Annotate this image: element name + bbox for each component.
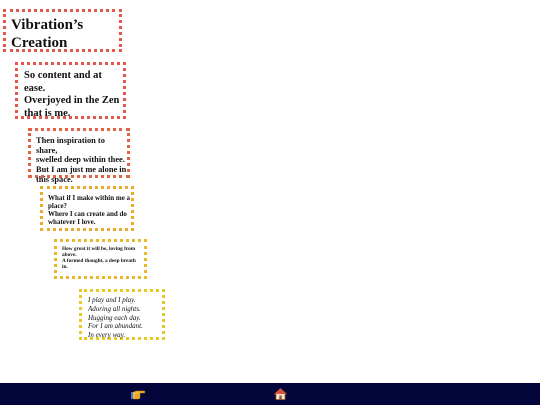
stanza-line: In every way.: [88, 331, 126, 339]
stanza-line: What if I make within me a: [48, 194, 131, 202]
stanza-line: For I am abundant.: [88, 322, 143, 331]
home-button[interactable]: [272, 386, 288, 402]
stanza-line: Overjoyed in the Zen: [24, 95, 120, 107]
house-icon: [273, 388, 287, 400]
stanza-line: Hugging each day.: [88, 313, 141, 322]
stanza-line: Adoring all nights.: [88, 304, 141, 313]
stanza-line: Where I can create and do: [48, 210, 127, 219]
stanza-line: in.: [62, 264, 68, 271]
stanza-line: A formed thought, a deep breath: [62, 258, 136, 265]
stanza-line: place?: [48, 202, 68, 211]
stanza-line: But I am just me alone in: [36, 164, 127, 174]
stanza-line: this space.: [36, 174, 73, 184]
stanza-box-5: I play and I play. Adoring all nights. H…: [79, 289, 165, 340]
stanza-line: that is me.: [24, 107, 71, 119]
stanza-line: So content and at: [24, 70, 102, 81]
stanza-box-2: Then inspiration to share, swelled deep …: [28, 128, 130, 184]
pointing-hand-icon: [131, 390, 145, 400]
stanza-box-3: What if I make within me a place? Where …: [40, 186, 134, 231]
stanza-box-1: So content and at ease. Overjoyed in the…: [15, 62, 126, 119]
stanza-line: I play and I play.: [88, 296, 136, 304]
stanza-line: Then inspiration to share,: [36, 136, 105, 155]
title-line: Creation: [11, 35, 68, 51]
next-page-button[interactable]: [130, 386, 146, 402]
bottom-navigation-bar: [0, 383, 540, 405]
title-box: Vibration’s Creation: [3, 9, 122, 52]
title-line: Vibration’s: [11, 17, 84, 33]
stanza-line: ease.: [24, 82, 46, 94]
stanza-line: swelled deep within thee.: [36, 155, 125, 165]
stanza-line: whatever I love.: [48, 218, 96, 227]
stanza-box-4: How great it will be, loving from above.…: [54, 239, 147, 279]
